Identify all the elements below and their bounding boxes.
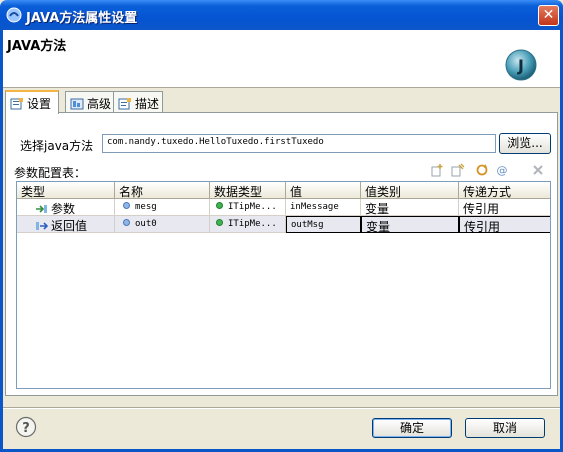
tab-advanced-label: 高级 bbox=[87, 97, 112, 111]
column-header-value[interactable]: 值 bbox=[286, 182, 361, 199]
page-title: JAVA方法 bbox=[7, 39, 67, 54]
field-dot-icon bbox=[123, 202, 130, 209]
param-arrow-icon bbox=[36, 205, 47, 213]
params-table-label: 参数配置表： bbox=[14, 166, 87, 180]
close-button[interactable]: ✕ bbox=[538, 5, 559, 26]
footer-separator bbox=[3, 407, 560, 409]
method-label: 选择java方法 bbox=[20, 139, 94, 153]
return-arrow-icon bbox=[36, 222, 48, 230]
tab-advanced[interactable]: 高级 bbox=[65, 91, 115, 113]
cell-type-label: 参数 bbox=[51, 202, 76, 216]
column-header-value-category[interactable]: 值类别 bbox=[361, 182, 459, 199]
cell-value[interactable]: inMessage bbox=[286, 199, 361, 216]
cell-type: 返回值 bbox=[17, 216, 115, 233]
cell-datatype-text: ITipMe... bbox=[228, 202, 277, 212]
cell-type-label: 返回值 bbox=[51, 219, 88, 233]
class-dot-icon bbox=[216, 219, 223, 226]
at-icon[interactable]: @ bbox=[495, 163, 509, 177]
table-row[interactable]: 返回值 out0 ITipMe... outMsg 变量 传引用 bbox=[17, 216, 550, 233]
help-glyph: ? bbox=[22, 421, 30, 436]
cell-datatype: ITipMe... bbox=[210, 216, 286, 233]
params-table: 类型 名称 数据类型 值 值类别 传递方式 参数 mesg ITipMe... … bbox=[16, 181, 551, 389]
add-param-icon[interactable] bbox=[431, 163, 445, 177]
svg-text:@: @ bbox=[497, 164, 508, 177]
edit-param-icon[interactable] bbox=[451, 163, 465, 177]
cell-name-text: mesg bbox=[135, 202, 157, 212]
tab-description[interactable]: 描述 bbox=[113, 91, 163, 113]
cell-name: out0 bbox=[115, 216, 210, 233]
class-dot-icon bbox=[216, 202, 223, 209]
app-icon bbox=[6, 7, 22, 23]
cell-datatype-text: ITipMe... bbox=[228, 219, 277, 229]
column-header-type[interactable]: 类型 bbox=[17, 182, 115, 199]
advanced-tab-icon bbox=[70, 98, 84, 110]
tab-settings-label: 设置 bbox=[27, 97, 52, 111]
cell-name: mesg bbox=[115, 199, 210, 216]
tab-settings[interactable]: 设置 bbox=[5, 90, 59, 114]
tab-description-label: 描述 bbox=[135, 97, 160, 111]
header-banner: JAVA方法 J bbox=[3, 30, 560, 88]
column-header-name[interactable]: 名称 bbox=[115, 182, 210, 199]
dialog-frame: JAVA方法 J 设置 高级 描述 选择java方法 com.nandy.tux… bbox=[0, 30, 563, 452]
cell-value-category[interactable]: 变量 bbox=[361, 216, 459, 233]
java-logo-icon: J bbox=[505, 49, 537, 81]
description-tab-icon bbox=[118, 98, 131, 110]
title-bar[interactable]: JAVA方法属性设置 ✕ bbox=[0, 0, 563, 30]
settings-panel: 选择java方法 com.nandy.tuxedo.HelloTuxedo.fi… bbox=[5, 112, 558, 396]
cell-value-category[interactable]: 变量 bbox=[361, 199, 459, 216]
window-title: JAVA方法属性设置 bbox=[26, 11, 138, 26]
table-row[interactable]: 参数 mesg ITipMe... inMessage 变量 传引用 bbox=[17, 199, 550, 216]
cell-name-text: out0 bbox=[135, 219, 157, 229]
field-dot-icon bbox=[123, 219, 130, 226]
cancel-button[interactable]: 取消 bbox=[465, 418, 545, 438]
ok-button[interactable]: 确定 bbox=[372, 418, 452, 438]
column-header-datatype[interactable]: 数据类型 bbox=[210, 182, 286, 199]
cell-type: 参数 bbox=[17, 199, 115, 216]
refresh-icon[interactable] bbox=[475, 163, 489, 177]
method-field[interactable]: com.nandy.tuxedo.HelloTuxedo.firstTuxedo bbox=[102, 134, 496, 153]
cell-value[interactable]: outMsg bbox=[286, 216, 361, 233]
cell-datatype: ITipMe... bbox=[210, 199, 286, 216]
delete-icon[interactable] bbox=[531, 163, 545, 177]
table-header: 类型 名称 数据类型 值 值类别 传递方式 bbox=[17, 182, 550, 199]
browse-button[interactable]: 浏览... bbox=[499, 133, 551, 154]
cell-pass-mode[interactable]: 传引用 bbox=[459, 216, 550, 233]
logo-letter: J bbox=[517, 56, 524, 75]
cell-pass-mode[interactable]: 传引用 bbox=[459, 199, 550, 216]
column-header-pass-mode[interactable]: 传递方式 bbox=[459, 182, 550, 199]
help-icon[interactable]: ? bbox=[15, 416, 37, 438]
settings-tab-icon bbox=[10, 98, 23, 110]
